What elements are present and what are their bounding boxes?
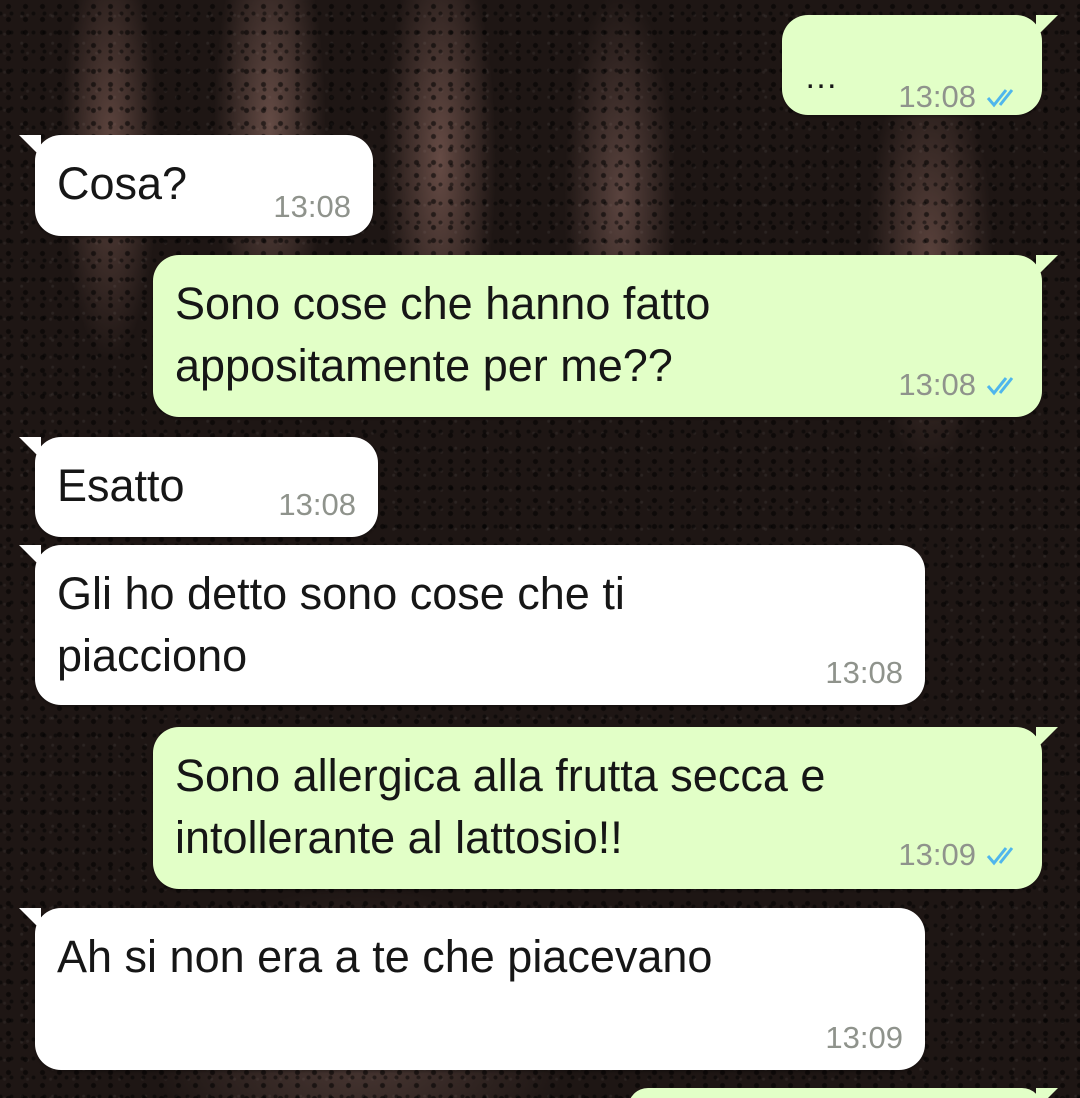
message-meta: 13:09	[825, 1020, 903, 1056]
message-bubble-outgoing-partial[interactable]	[628, 1088, 1058, 1098]
message-text: Ah si non era a te che piacevano	[57, 931, 713, 982]
double-check-icon	[986, 377, 1014, 396]
message-meta: 13:08	[898, 79, 1020, 115]
message-meta: 13:08	[278, 487, 356, 523]
message-time: 13:09	[898, 837, 976, 872]
message-bubble-outgoing[interactable]: … 13:08	[782, 15, 1058, 115]
message-text: Cosa?	[57, 158, 188, 209]
message-bubble-outgoing[interactable]: Sono cose che hanno fatto appositamente …	[153, 255, 1058, 417]
message-time: 13:08	[273, 189, 351, 224]
message-bubble-incoming[interactable]: Cosa? 13:08	[19, 135, 373, 236]
message-time: 13:08	[898, 79, 976, 114]
message-meta: 13:08	[898, 367, 1020, 403]
message-time: 13:08	[278, 487, 356, 522]
message-text: Esatto	[57, 460, 185, 511]
message-time: 13:08	[898, 367, 976, 402]
message-text: …	[804, 58, 838, 96]
message-meta: 13:08	[825, 655, 903, 691]
message-text: Sono allergica alla frutta secca e intol…	[175, 750, 826, 863]
double-check-icon	[986, 847, 1014, 866]
message-bubble-outgoing[interactable]: Sono allergica alla frutta secca e intol…	[153, 727, 1058, 889]
message-time: 13:09	[825, 1020, 903, 1055]
message-bubble-incoming[interactable]: Gli ho detto sono cose che ti piacciono …	[19, 545, 925, 705]
message-time: 13:08	[825, 655, 903, 690]
message-bubble-incoming[interactable]: Esatto 13:08	[19, 437, 378, 537]
message-meta: 13:09	[898, 837, 1020, 873]
double-check-icon	[986, 89, 1014, 108]
message-meta: 13:08	[273, 189, 351, 225]
message-text: Gli ho detto sono cose che ti piacciono	[57, 568, 625, 681]
message-bubble-incoming[interactable]: Ah si non era a te che piacevano 13:09	[19, 908, 925, 1070]
message-text: Sono cose che hanno fatto appositamente …	[175, 278, 711, 391]
